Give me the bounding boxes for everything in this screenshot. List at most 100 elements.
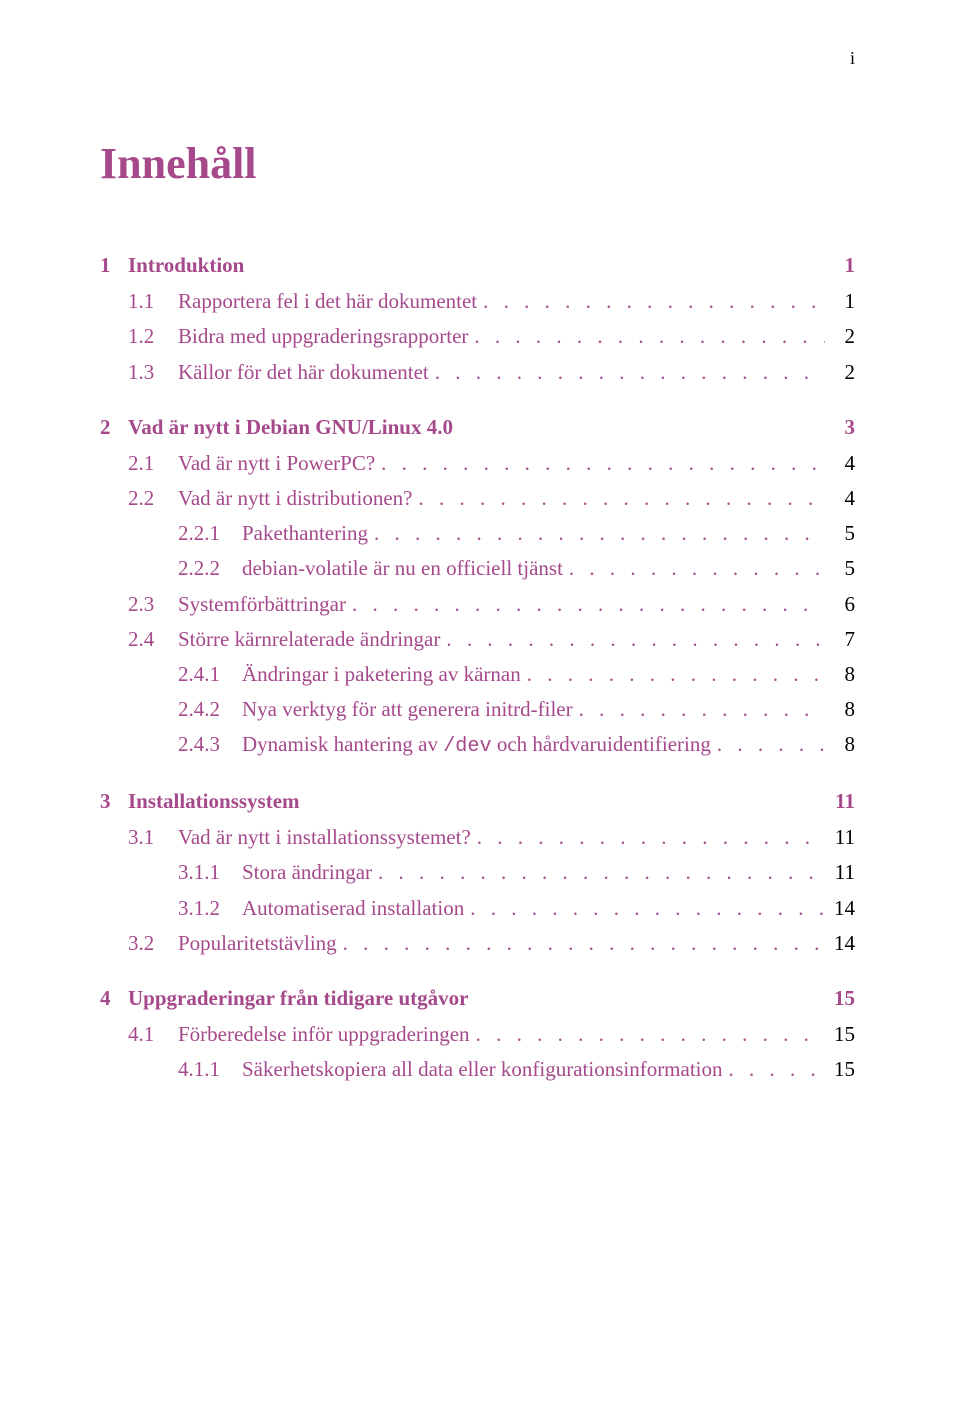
toc-entry[interactable]: 3.1Vad är nytt i installationssystemet?.… [100, 821, 855, 854]
toc-entry[interactable]: 2.4.1Ändringar i paketering av kärnan. .… [100, 658, 855, 691]
toc-entry-page: 7 [831, 623, 855, 656]
toc-entry[interactable]: 2.2Vad är nytt i distributionen?. . . . … [100, 482, 855, 515]
toc-entry[interactable]: 1.3Källor för det här dokumentet. . . . … [100, 356, 855, 389]
toc-entry[interactable]: 2.2.1Pakethantering. . . . . . . . . . .… [100, 517, 855, 550]
toc-entry-page: 6 [831, 588, 855, 621]
toc-entry[interactable]: 1.2Bidra med uppgraderingsrapporter. . .… [100, 320, 855, 353]
toc-entry[interactable]: 3.2Popularitetstävling. . . . . . . . . … [100, 927, 855, 960]
toc-entry-label: Stora ändringar [242, 856, 372, 889]
toc-entry[interactable]: 4.1.1Säkerhetskopiera all data eller kon… [100, 1053, 855, 1086]
toc-entry-page: 1 [831, 249, 855, 282]
toc-entry[interactable]: 2.4.2Nya verktyg för att generera initrd… [100, 693, 855, 726]
toc-entry-label: Automatiserad installation [242, 892, 464, 925]
toc-entry-page: 8 [831, 658, 855, 691]
toc-entry-number: 1.3 [128, 356, 178, 389]
toc-leader-dots: . . . . . . . . . . . . . . . . . . . . … [374, 517, 825, 550]
toc-entry[interactable]: 2.3Systemförbättringar. . . . . . . . . … [100, 588, 855, 621]
toc-entry-number: 2.2.2 [178, 552, 242, 585]
toc-container: 1Introduktion11.1Rapportera fel i det hä… [100, 249, 855, 1086]
toc-entry-number: 2.3 [128, 588, 178, 621]
toc-entry-page: 8 [831, 693, 855, 726]
toc-entry-label: Systemförbättringar [178, 588, 346, 621]
toc-entry-number: 2.1 [128, 447, 178, 480]
toc-entry-number: 4 [100, 982, 128, 1015]
toc-entry-label: Pakethantering [242, 517, 368, 550]
toc-entry-number: 3.2 [128, 927, 178, 960]
toc-leader-dots: . . . . . . . . . . . . . . . . . . . . … [569, 552, 825, 585]
toc-entry[interactable]: 4Uppgraderingar från tidigare utgåvor 15 [100, 982, 855, 1015]
toc-leader-dots: . . . . . . . . . . . . . . . . . . . . … [474, 320, 825, 353]
toc-entry-page: 5 [831, 517, 855, 550]
toc-entry[interactable]: 2.4.3Dynamisk hantering av /dev och hård… [100, 728, 855, 763]
toc-entry[interactable]: 3.1.2Automatiserad installation. . . . .… [100, 892, 855, 925]
toc-entry-page: 1 [831, 285, 855, 318]
toc-leader-dots: . . . . . . . . . . . . . . . . . . . . … [435, 356, 825, 389]
toc-leader-dots: . . . . . . . . . . . . . . . . . . . . … [527, 658, 825, 691]
toc-entry-label: Dynamisk hantering av /dev och hårdvarui… [242, 728, 711, 763]
toc-entry-number: 3.1 [128, 821, 178, 854]
toc-entry-label: Vad är nytt i Debian GNU/Linux 4.0 [128, 411, 453, 444]
toc-entry-page: 11 [831, 785, 855, 818]
toc-entry[interactable]: 3.1.1Stora ändringar. . . . . . . . . . … [100, 856, 855, 889]
toc-entry-number: 3 [100, 785, 128, 818]
toc-leader-dots: . . . . . . . . . . . . . . . . . . . . … [717, 728, 825, 761]
toc-entry-page: 14 [831, 927, 855, 960]
toc-entry-page: 15 [831, 1053, 855, 1086]
toc-leader-dots: . . . . . . . . . . . . . . . . . . . . … [470, 892, 825, 925]
toc-entry-page: 11 [831, 821, 855, 854]
toc-leader-dots: . . . . . . . . . . . . . . . . . . . . … [729, 1053, 825, 1086]
toc-entry-page: 2 [831, 320, 855, 353]
toc-leader-dots: . . . . . . . . . . . . . . . . . . . . … [476, 1018, 825, 1051]
toc-entry-label: Vad är nytt i PowerPC? [178, 447, 375, 480]
toc-entry-page: 8 [831, 728, 855, 761]
toc-entry-label: Popularitetstävling [178, 927, 337, 960]
toc-leader-dots: . . . . . . . . . . . . . . . . . . . . … [378, 856, 825, 889]
toc-entry-page: 11 [831, 856, 855, 889]
toc-entry[interactable]: 2Vad är nytt i Debian GNU/Linux 4.03 [100, 411, 855, 444]
toc-entry-number: 4.1.1 [178, 1053, 242, 1086]
toc-entry-number: 2.4 [128, 623, 178, 656]
toc-entry-label: debian-volatile är nu en officiell tjäns… [242, 552, 563, 585]
toc-entry-label: Uppgraderingar från tidigare utgåvor [128, 982, 468, 1015]
toc-entry-number: 2.2 [128, 482, 178, 515]
toc-entry-number: 2.4.1 [178, 658, 242, 691]
toc-entry[interactable]: 1.1Rapportera fel i det här dokumentet. … [100, 285, 855, 318]
toc-entry[interactable]: 3Installationssystem 11 [100, 785, 855, 818]
toc-entry-label: Säkerhetskopiera all data eller konfigur… [242, 1053, 723, 1086]
toc-title: Innehåll [100, 138, 855, 189]
toc-entry-label: Introduktion [128, 249, 244, 282]
toc-entry-label: Rapportera fel i det här dokumentet [178, 285, 477, 318]
toc-entry-number: 2.4.3 [178, 728, 242, 761]
toc-entry-number: 3.1.2 [178, 892, 242, 925]
toc-entry-label: Större kärnrelaterade ändringar [178, 623, 440, 656]
toc-entry-label: Bidra med uppgraderingsrapporter [178, 320, 468, 353]
toc-entry-page: 15 [831, 982, 855, 1015]
toc-entry-number: 1 [100, 249, 128, 282]
toc-entry-label: Förberedelse inför uppgraderingen [178, 1018, 470, 1051]
toc-entry-page: 15 [831, 1018, 855, 1051]
toc-leader-dots: . . . . . . . . . . . . . . . . . . . . … [579, 693, 825, 726]
toc-entry-page: 4 [831, 447, 855, 480]
toc-leader-dots: . . . . . . . . . . . . . . . . . . . . … [352, 588, 825, 621]
toc-leader-dots: . . . . . . . . . . . . . . . . . . . . … [483, 285, 825, 318]
toc-leader-dots: . . . . . . . . . . . . . . . . . . . . … [477, 821, 825, 854]
toc-entry-label: Vad är nytt i installationssystemet? [178, 821, 471, 854]
toc-entry[interactable]: 2.4Större kärnrelaterade ändringar. . . … [100, 623, 855, 656]
toc-entry[interactable]: 2.1Vad är nytt i PowerPC?. . . . . . . .… [100, 447, 855, 480]
toc-entry-page: 5 [831, 552, 855, 585]
toc-leader-dots: . . . . . . . . . . . . . . . . . . . . … [343, 927, 825, 960]
toc-entry-number: 2 [100, 411, 128, 444]
toc-entry[interactable]: 4.1Förberedelse inför uppgraderingen. . … [100, 1018, 855, 1051]
toc-leader-dots: . . . . . . . . . . . . . . . . . . . . … [381, 447, 825, 480]
toc-entry-page: 2 [831, 356, 855, 389]
toc-entry[interactable]: 2.2.2debian-volatile är nu en officiell … [100, 552, 855, 585]
toc-entry-label: Installationssystem [128, 785, 300, 818]
page-number-top: i [850, 48, 855, 69]
toc-entry-number: 3.1.1 [178, 856, 242, 889]
toc-entry[interactable]: 1Introduktion1 [100, 249, 855, 282]
toc-entry-label: Källor för det här dokumentet [178, 356, 429, 389]
toc-leader-dots: . . . . . . . . . . . . . . . . . . . . … [446, 623, 825, 656]
toc-leader-dots: . . . . . . . . . . . . . . . . . . . . … [418, 482, 825, 515]
toc-entry-number: 2.4.2 [178, 693, 242, 726]
toc-entry-number: 2.2.1 [178, 517, 242, 550]
